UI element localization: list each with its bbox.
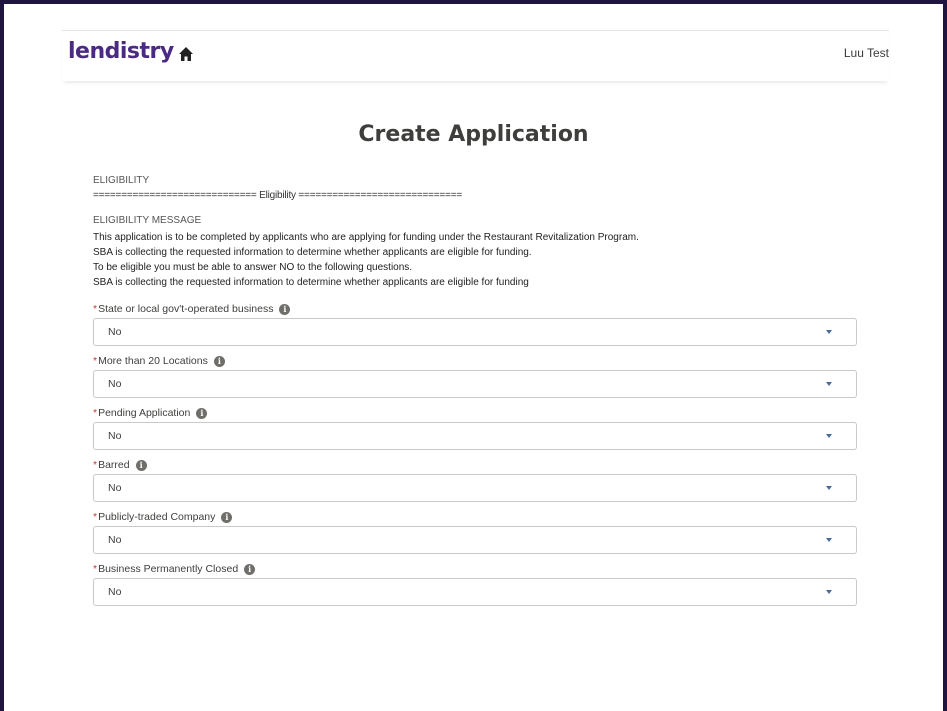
chevron-down-icon	[826, 538, 832, 542]
chevron-down-icon	[826, 434, 832, 438]
field-label: Barred	[98, 459, 130, 471]
required-asterisk: *	[93, 563, 98, 575]
publicly-traded-company-select[interactable]: No	[93, 526, 857, 554]
more-than-20-locations-select[interactable]: No	[93, 370, 857, 398]
select-value: No	[108, 586, 122, 598]
user-menu[interactable]: Luu Test	[844, 46, 889, 60]
required-asterisk: *	[93, 407, 98, 419]
select-value: No	[108, 378, 122, 390]
top-header: lendistry Luu Test	[62, 30, 889, 81]
home-icon[interactable]	[178, 46, 194, 62]
eligibility-message-line: SBA is collecting the requested informat…	[93, 247, 532, 258]
field-label: State or local gov't-operated business	[98, 303, 274, 315]
chevron-down-icon	[826, 382, 832, 386]
required-asterisk: *	[93, 355, 98, 367]
required-asterisk: *	[93, 511, 98, 523]
field-label: Pending Application	[98, 407, 191, 419]
eligibility-message-line: This application is to be completed by a…	[93, 232, 639, 243]
select-value: No	[108, 482, 122, 494]
field-label: Business Permanently Closed	[98, 563, 239, 575]
info-icon[interactable]: i	[244, 563, 256, 575]
pending-application-select[interactable]: No	[93, 422, 857, 450]
select-value: No	[108, 430, 122, 442]
info-icon[interactable]: i	[135, 459, 147, 471]
state-gov-business-select[interactable]: No	[93, 318, 857, 346]
application-form: ELIGIBILITY ============================…	[93, 175, 863, 612]
field-business-permanently-closed: * Business Permanently Closed i No	[93, 560, 863, 606]
chevron-down-icon	[826, 590, 832, 594]
required-asterisk: *	[93, 303, 98, 315]
eligibility-message-line: To be eligible you must be able to answe…	[93, 262, 413, 273]
field-publicly-traded-company: * Publicly-traded Company i No	[93, 508, 863, 554]
chevron-down-icon	[826, 486, 832, 490]
select-value: No	[108, 534, 122, 546]
page-title: Create Application	[358, 122, 589, 147]
field-state-gov-business: * State or local gov't-operated business…	[93, 300, 863, 346]
select-value: No	[108, 326, 122, 338]
eligibility-message-label: ELIGIBILITY MESSAGE	[93, 215, 202, 226]
info-icon[interactable]: i	[279, 303, 291, 315]
business-permanently-closed-select[interactable]: No	[93, 578, 857, 606]
required-asterisk: *	[93, 459, 98, 471]
barred-select[interactable]: No	[93, 474, 857, 502]
field-more-than-20-locations: * More than 20 Locations i No	[93, 352, 863, 398]
field-pending-application: * Pending Application i No	[93, 404, 863, 450]
eligibility-section-label: ELIGIBILITY	[93, 175, 150, 186]
eligibility-message-line: SBA is collecting the requested informat…	[93, 277, 529, 288]
info-icon[interactable]: i	[221, 511, 233, 523]
info-icon[interactable]: i	[213, 355, 225, 367]
field-label: Publicly-traded Company	[98, 511, 216, 523]
eligibility-divider: ============================= Eligibilit…	[93, 190, 462, 201]
info-icon[interactable]: i	[196, 407, 208, 419]
eligibility-fields: * State or local gov't-operated business…	[93, 300, 863, 606]
field-label: More than 20 Locations	[98, 355, 208, 367]
lendistry-logo[interactable]: lendistry	[68, 39, 174, 64]
app-window: lendistry Luu Test Create Application EL…	[4, 4, 943, 711]
field-barred: * Barred i No	[93, 456, 863, 502]
chevron-down-icon	[826, 330, 832, 334]
